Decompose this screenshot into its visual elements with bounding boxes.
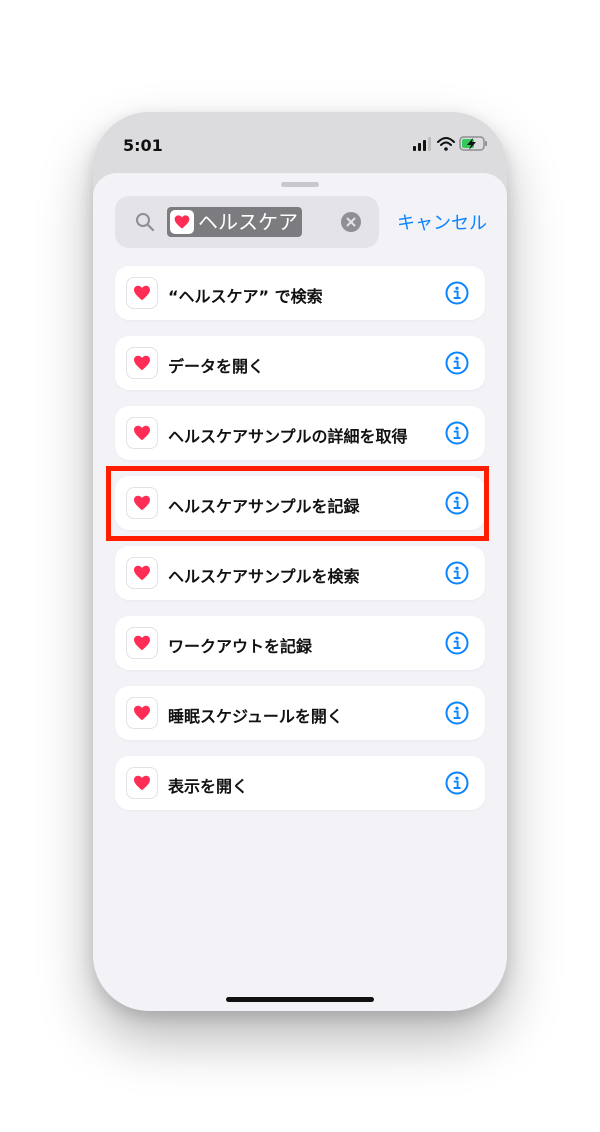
- status-time: 5:01: [123, 136, 163, 155]
- search-token[interactable]: ヘルスケア: [167, 207, 302, 237]
- clear-search-button[interactable]: [341, 212, 361, 232]
- action-label: ヘルスケアサンプルの詳細を取得: [168, 427, 408, 446]
- action-search-sheet: ヘルスケア キャンセル “ヘルスケア” で検索 データを開く ヘルスケアサンプル…: [93, 173, 507, 1011]
- search-icon: [136, 213, 155, 232]
- action-row-log-workout[interactable]: ワークアウトを記録: [115, 616, 485, 670]
- heart-icon: [126, 347, 158, 379]
- clear-x-icon: [346, 217, 356, 227]
- info-icon[interactable]: [445, 631, 469, 655]
- home-indicator: [226, 997, 374, 1002]
- wifi-icon: [437, 137, 455, 151]
- heart-icon: [126, 557, 158, 589]
- heart-icon: [126, 277, 158, 309]
- action-row-open-view[interactable]: 表示を開く: [115, 756, 485, 810]
- cancel-button[interactable]: キャンセル: [397, 209, 487, 235]
- action-label: ワークアウトを記録: [168, 637, 313, 656]
- search-field[interactable]: ヘルスケア: [115, 196, 379, 248]
- heart-icon: [126, 767, 158, 799]
- action-row-search[interactable]: “ヘルスケア” で検索: [115, 266, 485, 320]
- heart-icon: [126, 627, 158, 659]
- action-row-open-data[interactable]: データを開く: [115, 336, 485, 390]
- info-icon[interactable]: [445, 561, 469, 585]
- search-token-label: ヘルスケア: [198, 210, 298, 234]
- status-icons: [413, 136, 487, 151]
- heart-icon: [126, 697, 158, 729]
- action-label: ヘルスケアサンプルを検索: [168, 567, 360, 586]
- battery-charging-icon: [459, 136, 487, 151]
- action-row-get-sample-details[interactable]: ヘルスケアサンプルの詳細を取得: [115, 406, 485, 460]
- heart-icon: [126, 417, 158, 449]
- action-label: 表示を開く: [168, 777, 249, 796]
- sheet-grabber[interactable]: [281, 182, 319, 187]
- action-label: “ヘルスケア” で検索: [168, 287, 323, 306]
- action-label: データを開く: [168, 357, 265, 376]
- info-icon[interactable]: [445, 281, 469, 305]
- heart-icon: [170, 210, 194, 234]
- info-icon[interactable]: [445, 421, 469, 445]
- info-icon[interactable]: [445, 771, 469, 795]
- cellular-signal-icon: [413, 137, 431, 151]
- action-label: 睡眠スケジュールを開く: [168, 707, 343, 726]
- info-icon[interactable]: [445, 701, 469, 725]
- action-row-open-sleep-schedule[interactable]: 睡眠スケジュールを開く: [115, 686, 485, 740]
- status-bar: 5:01: [93, 112, 507, 174]
- info-icon[interactable]: [445, 351, 469, 375]
- highlight-box: [106, 466, 489, 541]
- phone-frame: 5:01 ヘルスケア キャンセル “ヘルスケア” で検索 データを開く ヘルスケ…: [93, 112, 507, 1011]
- action-row-find-samples[interactable]: ヘルスケアサンプルを検索: [115, 546, 485, 600]
